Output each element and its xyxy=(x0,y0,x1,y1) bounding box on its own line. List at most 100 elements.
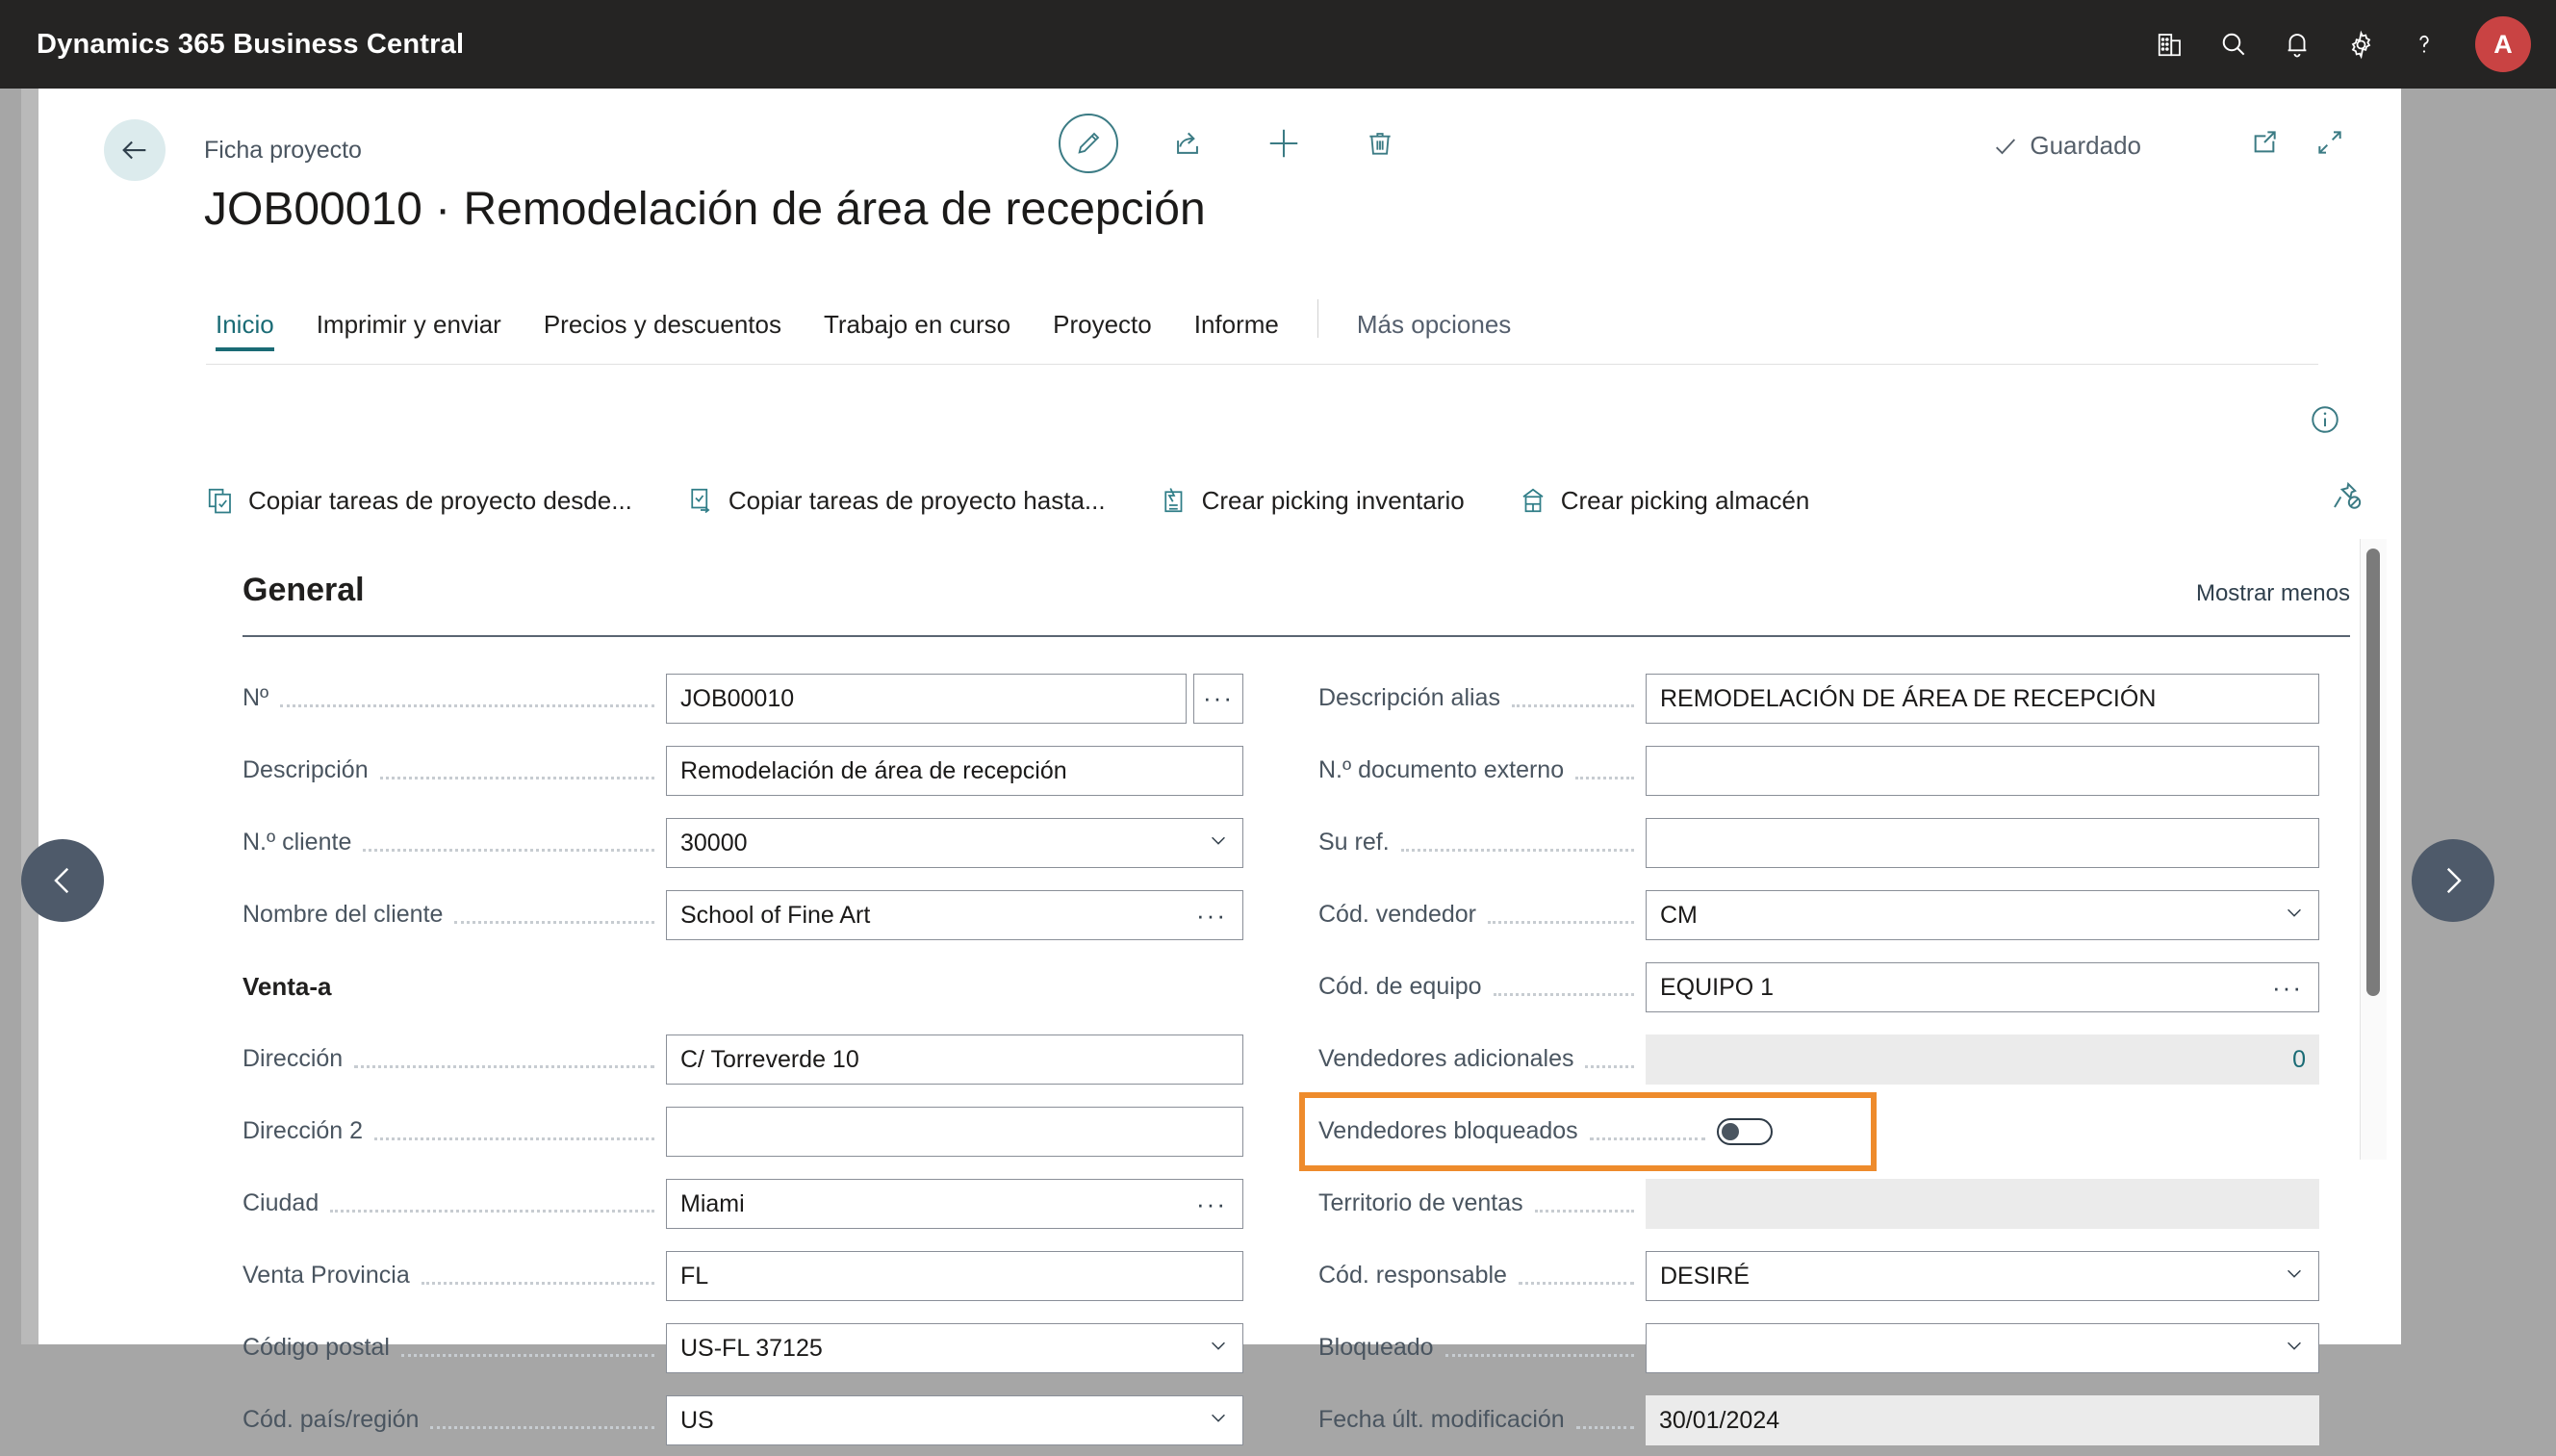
tab-mas-opciones[interactable]: Más opciones xyxy=(1336,310,1532,351)
vendedores-bloqueados-toggle[interactable] xyxy=(1716,1117,1773,1145)
leader-dots xyxy=(1589,1116,1705,1140)
field-label: N.º cliente xyxy=(243,829,352,856)
leader-dots xyxy=(1493,972,1634,996)
numero-input[interactable]: JOB00010 xyxy=(666,673,1187,724)
chevron-left-icon xyxy=(54,867,69,894)
tab-trabajo-en-curso[interactable]: Trabajo en curso xyxy=(803,310,1032,351)
field-control: US xyxy=(666,1394,1243,1445)
fecha-ult-modificacion-value: 30/01/2024 xyxy=(1646,1394,2319,1445)
saved-status: Guardado xyxy=(1992,131,2141,161)
open-in-new-window-icon[interactable] xyxy=(2249,127,2280,158)
help-question-icon[interactable] xyxy=(2392,0,2456,89)
venta-provincia-input[interactable]: FL xyxy=(666,1250,1243,1301)
field-row-territorio-ventas: Territorio de ventas xyxy=(1318,1167,2319,1239)
field-label: Bloqueado xyxy=(1318,1334,1434,1361)
field-value: EQUIPO 1 xyxy=(1660,973,1775,1001)
field-row-direccion: Dirección C/ Torreverde 10 xyxy=(243,1023,1243,1095)
search-icon[interactable] xyxy=(2202,0,2265,89)
chevron-right-icon xyxy=(2446,867,2462,894)
field-label: Nombre del cliente xyxy=(243,901,444,928)
collapse-icon[interactable] xyxy=(2314,127,2345,158)
window-controls xyxy=(2249,127,2345,158)
action-crear-picking-inventario[interactable]: Crear picking inventario xyxy=(1160,486,1465,516)
documento-externo-input[interactable] xyxy=(1646,745,2319,796)
action-copiar-tareas-desde[interactable]: Copiar tareas de proyecto desde... xyxy=(206,486,632,516)
field-control xyxy=(1646,1178,2319,1229)
su-ref-input[interactable] xyxy=(1646,817,2319,868)
tab-imprimir-y-enviar[interactable]: Imprimir y enviar xyxy=(295,310,523,351)
field-control: 30000 xyxy=(666,817,1243,868)
settings-gear-icon[interactable] xyxy=(2329,0,2392,89)
unpin-icon[interactable] xyxy=(2330,479,2363,517)
cod-equipo-input[interactable]: EQUIPO 1 ··· xyxy=(1646,961,2319,1012)
tab-inicio[interactable]: Inicio xyxy=(206,310,295,351)
field-control: FL xyxy=(666,1250,1243,1301)
cod-pais-region-select[interactable]: US xyxy=(666,1394,1243,1445)
field-label: N.º documento externo xyxy=(1318,756,1565,783)
descripcion-alias-input[interactable]: REMODELACIÓN DE ÁREA DE RECEPCIÓN xyxy=(1646,673,2319,724)
codigo-postal-select[interactable]: US-FL 37125 xyxy=(666,1322,1243,1373)
field-control: School of Fine Art ··· xyxy=(666,889,1243,940)
company-icon[interactable] xyxy=(2138,0,2202,89)
numero-assist-button[interactable]: ··· xyxy=(1193,673,1243,724)
leader-dots xyxy=(374,1116,654,1140)
field-label: Ciudad xyxy=(243,1189,320,1216)
cod-vendedor-select[interactable]: CM xyxy=(1646,889,2319,940)
breadcrumb[interactable]: Ficha proyecto xyxy=(204,137,362,165)
leader-dots xyxy=(1575,1405,1634,1429)
toggle-knob xyxy=(1721,1122,1739,1140)
nombre-cliente-input[interactable]: School of Fine Art ··· xyxy=(666,889,1243,940)
tab-proyecto[interactable]: Proyecto xyxy=(1032,310,1173,351)
chevron-down-icon xyxy=(1208,1324,1229,1372)
bloqueado-select[interactable] xyxy=(1646,1322,2319,1373)
info-icon[interactable] xyxy=(2309,403,2341,441)
scrollbar-thumb[interactable] xyxy=(2366,549,2380,996)
leader-dots xyxy=(363,828,654,852)
field-row-venta-provincia: Venta Provincia FL xyxy=(243,1239,1243,1312)
chevron-down-icon xyxy=(2284,1252,2305,1300)
delete-icon[interactable] xyxy=(1353,114,1407,173)
numero-cliente-select[interactable]: 30000 xyxy=(666,817,1243,868)
vertical-scrollbar[interactable] xyxy=(2360,539,2387,1160)
field-control: REMODELACIÓN DE ÁREA DE RECEPCIÓN xyxy=(1646,673,2319,724)
leader-dots xyxy=(354,1044,654,1068)
edit-pencil-icon[interactable] xyxy=(1059,114,1118,173)
direccion-input[interactable]: C/ Torreverde 10 xyxy=(666,1034,1243,1085)
leader-dots xyxy=(1518,1261,1634,1285)
field-label: Venta Provincia xyxy=(243,1262,410,1289)
field-row-cod-equipo: Cód. de equipo EQUIPO 1 ··· xyxy=(1318,951,2319,1023)
avatar[interactable]: A xyxy=(2475,16,2531,72)
leader-dots xyxy=(430,1405,654,1429)
action-copiar-tareas-hasta[interactable]: Copiar tareas de proyecto hasta... xyxy=(686,486,1106,516)
ciudad-input[interactable]: Miami ··· xyxy=(666,1178,1243,1229)
field-label: Cód. de equipo xyxy=(1318,973,1482,1000)
previous-record-button[interactable] xyxy=(21,839,104,922)
right-gutter xyxy=(2401,89,2556,1344)
tab-informe[interactable]: Informe xyxy=(1173,310,1300,351)
direccion-2-input[interactable] xyxy=(666,1106,1243,1157)
field-label: Vendedores bloqueados xyxy=(1318,1117,1578,1144)
field-row-descripcion-alias: Descripción alias REMODELACIÓN DE ÁREA D… xyxy=(1318,662,2319,734)
descripcion-input[interactable]: Remodelación de área de recepción xyxy=(666,745,1243,796)
copy-tasks-from-icon xyxy=(206,486,235,515)
field-row-direccion-2: Dirección 2 xyxy=(243,1095,1243,1167)
tab-rule xyxy=(206,364,2318,365)
next-record-button[interactable] xyxy=(2412,839,2494,922)
field-row-descripcion: Descripción Remodelación de área de rece… xyxy=(243,734,1243,806)
field-label: Código postal xyxy=(243,1334,390,1361)
show-less-link[interactable]: Mostrar menos xyxy=(2196,580,2350,607)
leader-dots xyxy=(1511,683,1634,707)
back-button[interactable] xyxy=(104,119,166,181)
leader-dots xyxy=(1444,1333,1634,1357)
action-crear-picking-almacen[interactable]: Crear picking almacén xyxy=(1519,486,1809,516)
field-label: Fecha últ. modificación xyxy=(1318,1406,1565,1433)
cod-responsable-select[interactable]: DESIRÉ xyxy=(1646,1250,2319,1301)
field-control xyxy=(666,1106,1243,1157)
share-icon[interactable] xyxy=(1161,114,1214,173)
field-label: Vendedores adicionales xyxy=(1318,1045,1574,1072)
notification-bell-icon[interactable] xyxy=(2265,0,2329,89)
new-icon[interactable] xyxy=(1257,114,1311,173)
section-rule xyxy=(243,635,2350,637)
vendedores-adicionales-value: 0 xyxy=(1646,1034,2319,1085)
tab-precios-y-descuentos[interactable]: Precios y descuentos xyxy=(523,310,803,351)
